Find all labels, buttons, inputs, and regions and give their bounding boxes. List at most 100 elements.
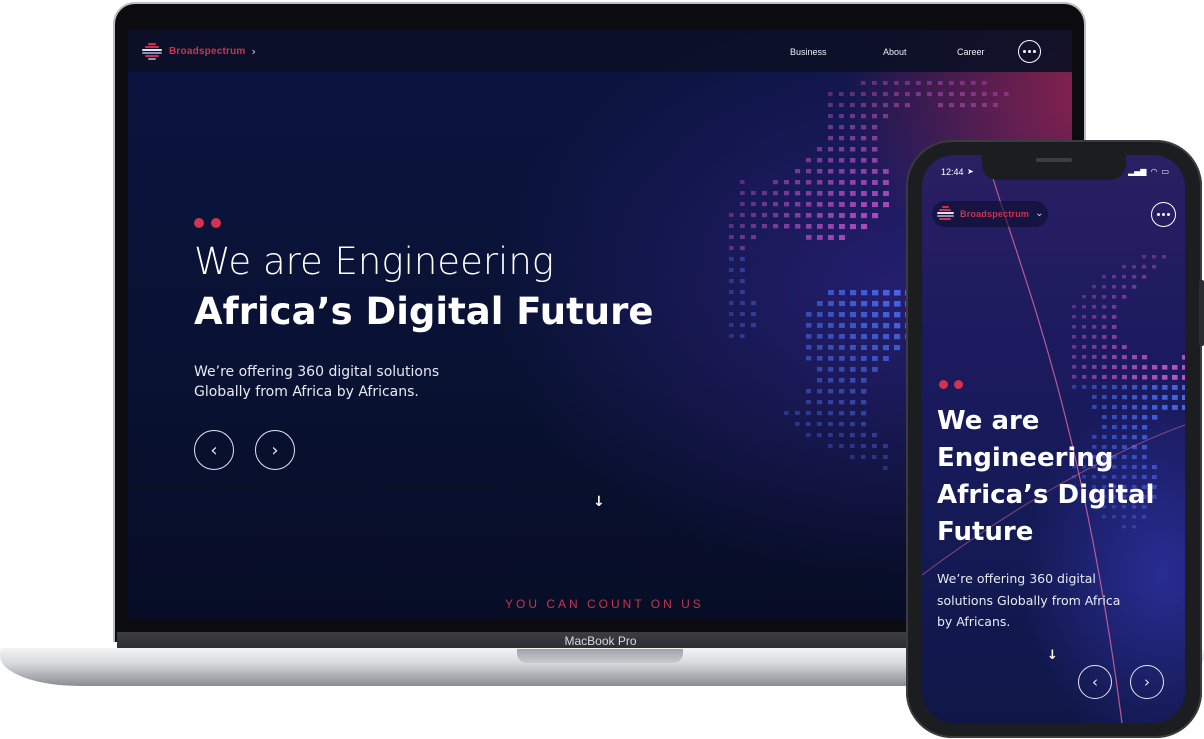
- globe-dot: [828, 312, 834, 317]
- globe-dot: [839, 334, 845, 339]
- globe-dot: [740, 279, 745, 284]
- globe-dot: [850, 213, 856, 219]
- phone-subtitle-line: solutions Globally from Africa: [937, 592, 1121, 608]
- globe-dot: [971, 103, 976, 108]
- globe-dot: [861, 312, 868, 318]
- globe-dot: [751, 202, 756, 207]
- globe-dot: [894, 81, 899, 85]
- globe-dot: [850, 169, 856, 174]
- globe-dot: [872, 345, 878, 351]
- globe-dot: [839, 433, 844, 438]
- globe-dot: [806, 411, 811, 416]
- globe-dot: [883, 180, 889, 185]
- globe-dot: [861, 389, 867, 394]
- globe-dot: [883, 202, 890, 208]
- more-menu-button[interactable]: [1018, 40, 1041, 63]
- globe-dot: [806, 312, 812, 317]
- indicator-dot: [954, 380, 963, 389]
- globe-dot: [927, 81, 932, 85]
- globe-dot: [850, 422, 855, 427]
- more-horizontal-icon: [1023, 50, 1026, 53]
- globe-dot: [806, 356, 812, 361]
- globe-dot: [817, 433, 822, 437]
- hero-subtitle-line1: We’re offering 360 digital solutions: [194, 364, 440, 380]
- globe-dot: [861, 444, 866, 449]
- brand-logo-icon: [142, 43, 164, 60]
- globe-dot: [828, 356, 834, 361]
- globe-dot: [872, 334, 879, 340]
- globe-dot: [872, 191, 878, 196]
- globe-dot: [938, 103, 943, 108]
- phone-scroll-down-arrow-icon[interactable]: ↓: [1047, 648, 1058, 663]
- hero-heading-line1: We are Engineering: [194, 240, 554, 283]
- globe-dot: [795, 180, 801, 185]
- globe-dot: [806, 422, 811, 426]
- globe-dot: [828, 235, 834, 240]
- more-horizontal-icon: [1157, 213, 1160, 216]
- phone-brand-link[interactable]: Broadspectrum ⌄: [937, 206, 1044, 221]
- globe-dot: [828, 202, 834, 207]
- globe-dot: [883, 81, 888, 85]
- globe-dot: [740, 290, 745, 295]
- globe-dot: [872, 356, 878, 361]
- globe-dot: [883, 312, 890, 318]
- status-time: 12:44: [941, 167, 964, 177]
- globe-dot: [872, 103, 877, 108]
- globe-dot: [872, 213, 879, 219]
- globe-dot: [817, 147, 823, 152]
- nav-link-about[interactable]: About: [883, 47, 907, 57]
- globe-dot: [828, 213, 834, 218]
- globe-dot: [784, 411, 789, 415]
- globe-dot: [905, 103, 910, 108]
- globe-dot: [839, 444, 844, 448]
- globe-dot: [839, 389, 845, 394]
- globe-dot: [828, 224, 834, 229]
- globe-dot: [861, 224, 868, 230]
- globe-dot: [828, 433, 833, 438]
- globe-dot: [883, 290, 890, 296]
- globe-dot: [850, 411, 856, 416]
- globe-dot: [894, 345, 901, 351]
- globe-dot: [905, 92, 910, 97]
- globe-dot: [894, 92, 899, 97]
- globe-dot: [839, 169, 845, 174]
- nav-link-career[interactable]: Career: [957, 47, 985, 57]
- more-dot: [1028, 50, 1031, 53]
- globe-dot: [806, 158, 812, 163]
- globe-dot: [839, 290, 846, 296]
- globe-dot: [806, 224, 812, 229]
- phone-more-menu-button[interactable]: [1151, 202, 1176, 227]
- globe-dot: [850, 114, 855, 119]
- globe-dot: [740, 180, 745, 184]
- globe-dot: [740, 202, 745, 206]
- globe-dot: [817, 323, 823, 328]
- globe-dot: [795, 224, 801, 229]
- phone-prev-slide-button[interactable]: ‹: [1078, 665, 1112, 699]
- phone-hero-line: We are: [937, 406, 1040, 436]
- prev-slide-button[interactable]: ‹: [194, 430, 234, 470]
- next-slide-button[interactable]: ›: [255, 430, 295, 470]
- chevron-right-icon: ›: [1144, 673, 1150, 691]
- globe-dot: [828, 411, 833, 416]
- globe-dot: [740, 257, 745, 262]
- phone-hero-heading: We are Engineering Africa’s Digital Futu…: [937, 403, 1154, 551]
- brand-link[interactable]: Broadspectrum ›: [142, 43, 256, 60]
- globe-dot: [839, 103, 844, 108]
- globe-dot: [861, 202, 867, 208]
- globe-dot: [751, 213, 756, 218]
- chevron-left-icon: ‹: [210, 439, 218, 461]
- globe-dot: [850, 455, 855, 459]
- globe-dot: [872, 81, 877, 85]
- nav-link-business[interactable]: Business: [790, 47, 827, 57]
- globe-dot: [861, 180, 867, 185]
- indicator-dot: [939, 380, 948, 389]
- globe-dot: [784, 191, 790, 196]
- globe-dot: [740, 235, 745, 240]
- globe-dot: [839, 114, 844, 119]
- globe-dot: [1004, 92, 1009, 96]
- globe-dot: [971, 81, 976, 85]
- globe-dot: [850, 323, 856, 329]
- phone-next-slide-button[interactable]: ›: [1130, 665, 1164, 699]
- scroll-down-arrow-icon[interactable]: ↓: [593, 494, 605, 510]
- more-dot: [1167, 213, 1170, 216]
